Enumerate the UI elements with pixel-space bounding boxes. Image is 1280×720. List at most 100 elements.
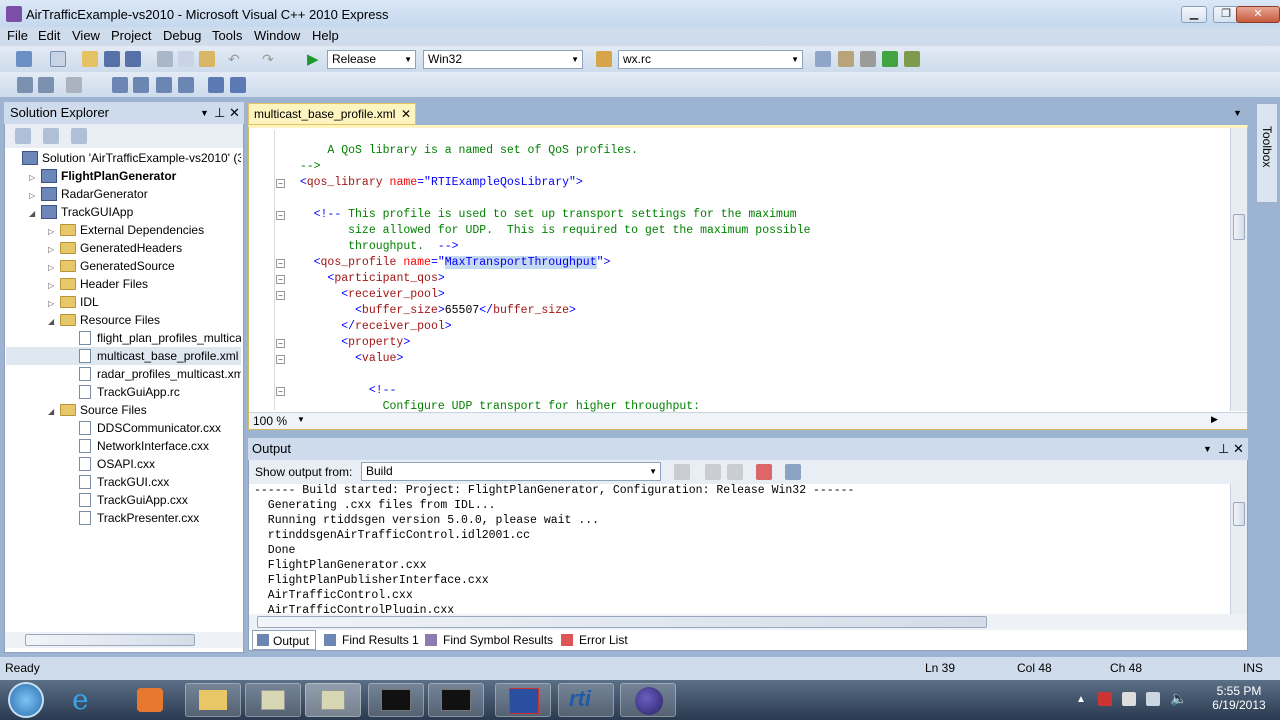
- show-hidden-icons-icon[interactable]: ▲: [1076, 694, 1086, 705]
- redo-icon[interactable]: ↷: [262, 51, 274, 68]
- clear-all-icon[interactable]: [756, 464, 772, 480]
- code-line[interactable]: <participant_qos>: [286, 271, 1226, 287]
- scrollbar-thumb[interactable]: [1233, 502, 1245, 526]
- editor-vertical-scrollbar[interactable]: [1230, 128, 1247, 411]
- tree-item[interactable]: ◢ Source Files: [6, 401, 241, 419]
- menu-edit[interactable]: Edit: [38, 28, 60, 43]
- expanded-arrow-icon[interactable]: ◢: [29, 205, 41, 223]
- vc-taskbar-button-1[interactable]: [245, 683, 301, 717]
- word-complete-icon[interactable]: [178, 77, 194, 93]
- tree-item[interactable]: ▷ FlightPlanGenerator: [6, 167, 241, 185]
- fold-toggle[interactable]: −: [276, 275, 285, 284]
- code-line[interactable]: throughput. -->: [286, 239, 1226, 255]
- media-player-icon[interactable]: [137, 688, 163, 712]
- scrollbar-thumb[interactable]: [257, 616, 987, 628]
- close-icon[interactable]: ✕: [229, 102, 240, 124]
- toolbox-icon[interactable]: [860, 51, 876, 67]
- add-item-icon[interactable]: [50, 51, 66, 67]
- scrollbar-thumb[interactable]: [1233, 214, 1245, 240]
- toolbox-tab[interactable]: Toolbox: [1256, 103, 1278, 203]
- expanded-arrow-icon[interactable]: ◢: [48, 403, 60, 421]
- dropdown-icon[interactable]: ▼: [1203, 438, 1212, 460]
- code-line[interactable]: <qos_library name="RTIExampleQosLibrary"…: [286, 175, 1226, 191]
- scroll-right-icon[interactable]: ▶: [1211, 414, 1218, 425]
- menu-view[interactable]: View: [72, 28, 100, 43]
- menu-window[interactable]: Window: [254, 28, 300, 43]
- tree-item[interactable]: ▷ GeneratedHeaders: [6, 239, 241, 257]
- display-object-member-list-icon[interactable]: [17, 77, 33, 93]
- tree-item[interactable]: NetworkInterface.cxx: [6, 437, 241, 455]
- fold-toggle[interactable]: −: [276, 387, 285, 396]
- tree-item[interactable]: ▷ IDL: [6, 293, 241, 311]
- menu-tools[interactable]: Tools: [212, 28, 242, 43]
- properties-icon[interactable]: [838, 51, 854, 67]
- menu-debug[interactable]: Debug: [163, 28, 201, 43]
- code-line[interactable]: </receiver_pool>: [286, 319, 1226, 335]
- menu-project[interactable]: Project: [111, 28, 151, 43]
- save-icon[interactable]: [104, 51, 120, 67]
- close-icon[interactable]: ✕: [401, 104, 411, 125]
- start-debugging-icon[interactable]: ▶: [307, 50, 319, 68]
- previous-message-icon[interactable]: [705, 464, 721, 480]
- editor-dropdown-icon[interactable]: ▼: [1233, 108, 1242, 118]
- tree-item[interactable]: TrackPresenter.cxx: [6, 509, 241, 527]
- tree-item[interactable]: DDSCommunicator.cxx: [6, 419, 241, 437]
- tree-item[interactable]: TrackGuiApp.cxx: [6, 491, 241, 509]
- configuration-select[interactable]: Release ▼: [327, 50, 416, 69]
- fold-toggle[interactable]: −: [276, 179, 285, 188]
- menu-file[interactable]: File: [7, 28, 28, 43]
- start-button[interactable]: [8, 682, 44, 718]
- code-line[interactable]: A QoS library is a named set of QoS prof…: [286, 143, 1226, 159]
- start-page-icon[interactable]: [882, 51, 898, 67]
- next-message-icon[interactable]: [727, 464, 743, 480]
- close-button[interactable]: ✕: [1236, 6, 1280, 23]
- tree-item[interactable]: ◢ TrackGUIApp: [6, 203, 241, 221]
- fold-toggle[interactable]: −: [276, 211, 285, 220]
- uncomment-icon[interactable]: [133, 77, 149, 93]
- show-all-files-icon[interactable]: [43, 128, 59, 144]
- solution-explorer-icon[interactable]: [815, 51, 831, 67]
- decrease-indent-icon[interactable]: [208, 77, 224, 93]
- volume-icon[interactable]: 🔈: [1170, 690, 1187, 707]
- vc-taskbar-button-2[interactable]: [305, 683, 361, 717]
- tab-multicast-base-profile[interactable]: multicast_base_profile.xml ✕: [248, 103, 416, 125]
- platform-select[interactable]: Win32 ▼: [423, 50, 583, 69]
- fold-toggle[interactable]: −: [276, 259, 285, 268]
- code-line[interactable]: <property>: [286, 335, 1226, 351]
- zoom-level[interactable]: 100 %: [253, 414, 287, 428]
- network-icon[interactable]: [1146, 692, 1160, 706]
- properties-icon[interactable]: [15, 128, 31, 144]
- code-line[interactable]: [286, 367, 1226, 383]
- explorer-taskbar-button[interactable]: [185, 683, 241, 717]
- close-icon[interactable]: ✕: [1233, 438, 1244, 460]
- scrollbar-thumb[interactable]: [25, 634, 195, 646]
- output-text[interactable]: ------ Build started: Project: FlightPla…: [254, 483, 1224, 613]
- dropdown-icon[interactable]: ▼: [200, 102, 209, 124]
- rti-launcher-button[interactable]: [495, 683, 551, 717]
- rti-button[interactable]: rti: [558, 683, 614, 717]
- new-project-icon[interactable]: [16, 51, 32, 67]
- increase-indent-icon[interactable]: [230, 77, 246, 93]
- save-all-icon[interactable]: [125, 51, 141, 67]
- pin-icon[interactable]: ⊥: [1218, 438, 1229, 460]
- tree-item[interactable]: radar_profiles_multicast.xml: [6, 365, 241, 383]
- display-parameter-info-icon[interactable]: [38, 77, 54, 93]
- chevron-down-icon[interactable]: ▼: [297, 415, 305, 424]
- action-center-icon[interactable]: [1098, 692, 1112, 706]
- find-combo[interactable]: wx.rc ▼: [618, 50, 803, 69]
- tree-item[interactable]: ◢ Resource Files: [6, 311, 241, 329]
- tree-item[interactable]: ▷ Header Files: [6, 275, 241, 293]
- code-line[interactable]: <receiver_pool>: [286, 287, 1226, 303]
- code-line[interactable]: [286, 191, 1226, 207]
- fold-toggle[interactable]: −: [276, 339, 285, 348]
- tree-item[interactable]: TrackGuiApp.rc: [6, 383, 241, 401]
- display-quick-info-icon[interactable]: [66, 77, 82, 93]
- refresh-icon[interactable]: [71, 128, 87, 144]
- tree-horizontal-scrollbar[interactable]: [5, 632, 243, 648]
- word-wrap-icon[interactable]: [785, 464, 801, 480]
- code-line[interactable]: <buffer_size>65507</buffer_size>: [286, 303, 1226, 319]
- code-line[interactable]: size allowed for UDP. This is required t…: [286, 223, 1226, 239]
- minimize-button[interactable]: ▁: [1181, 6, 1207, 23]
- internet-explorer-icon[interactable]: e: [72, 683, 89, 716]
- safely-remove-icon[interactable]: [1122, 692, 1136, 706]
